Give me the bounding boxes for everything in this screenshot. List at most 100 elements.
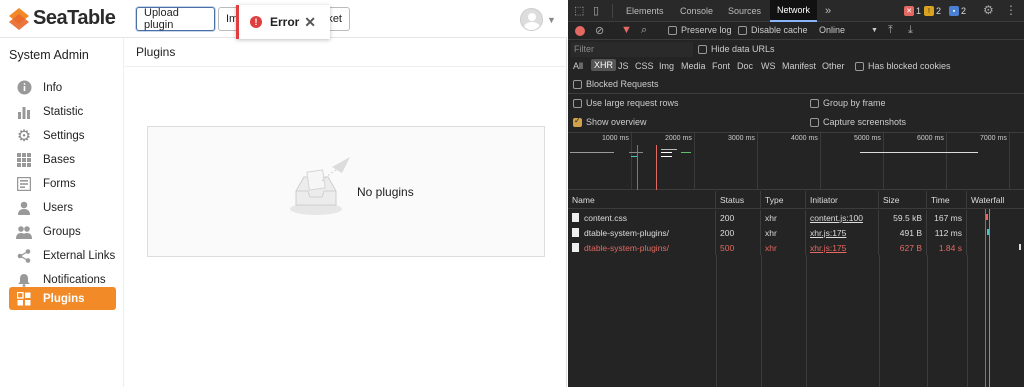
sidebar-item-bases[interactable]: Bases	[9, 148, 116, 171]
more-tabs-icon[interactable]: »	[825, 0, 831, 22]
sidebar-item-statistic[interactable]: Statistic	[9, 100, 116, 123]
network-overview[interactable]: 1000 ms 2000 ms 3000 ms 4000 ms 5000 ms …	[568, 133, 1024, 190]
sidebar-item-forms[interactable]: Forms	[9, 172, 116, 195]
gear-icon: ⚙	[16, 127, 32, 145]
capture-screenshots-checkbox[interactable]: Capture screenshots	[810, 117, 906, 127]
sidebar-title: System Admin	[9, 48, 89, 62]
column-header-waterfall[interactable]: Waterfall	[967, 191, 1024, 209]
column-header-initiator[interactable]: Initiator	[806, 191, 879, 209]
app-header: SeaTable Upload plugin Imp ket ! Error ✕…	[0, 0, 567, 39]
sidebar-item-label: External Links	[43, 249, 116, 262]
warning-count-badge[interactable]: ! 2	[924, 5, 941, 17]
disable-cache-checkbox[interactable]: Disable cache	[738, 25, 808, 35]
warning-count: 2	[936, 6, 942, 16]
error-count-badge[interactable]: ✕ 1	[904, 5, 921, 17]
type-doc[interactable]: Doc	[737, 61, 753, 71]
table-row[interactable]: dtable-system-plugins/ 500 xhr xhr.js:17…	[568, 240, 1024, 255]
type-all[interactable]: All	[573, 61, 583, 71]
throttle-value: Online	[819, 25, 846, 35]
chevron-down-icon[interactable]: ▼	[547, 15, 556, 25]
document-icon	[572, 228, 579, 237]
request-initiator-link[interactable]: xhr.js:175	[810, 243, 846, 253]
inspect-icon[interactable]: ⬚	[574, 4, 584, 17]
sidebar-item-users[interactable]: Users	[9, 196, 116, 219]
sidebar-item-external-links[interactable]: External Links	[9, 244, 116, 267]
blocked-cookies-label: Has blocked cookies	[868, 61, 951, 71]
type-manifest[interactable]: Manifest	[782, 61, 816, 71]
sidebar-item-groups[interactable]: Groups	[9, 220, 116, 243]
avatar[interactable]	[520, 8, 543, 31]
device-toolbar-icon[interactable]: ▯	[593, 4, 599, 17]
type-other[interactable]: Other	[822, 61, 845, 71]
hide-data-urls-checkbox[interactable]: Hide data URLs	[698, 44, 775, 54]
blocked-requests-checkbox[interactable]: Blocked Requests	[573, 79, 659, 89]
timeline-tick: 7000 ms	[980, 135, 1007, 142]
empty-state-text: No plugins	[357, 185, 414, 199]
request-time: 112 ms	[927, 225, 967, 240]
request-status: 200	[716, 225, 761, 240]
large-rows-checkbox[interactable]: Use large request rows	[573, 98, 679, 108]
more-options-icon[interactable]: ⋮	[1005, 3, 1017, 17]
record-icon[interactable]	[575, 26, 585, 36]
close-icon[interactable]: ✕	[304, 14, 316, 31]
logo[interactable]: SeaTable	[9, 7, 116, 30]
filter-icon[interactable]: ▼	[621, 24, 632, 36]
column-header-size[interactable]: Size	[879, 191, 927, 209]
gear-icon[interactable]: ⚙	[983, 3, 994, 17]
type-img[interactable]: Img	[659, 61, 674, 71]
type-font[interactable]: Font	[712, 61, 730, 71]
upload-plugin-button[interactable]: Upload plugin	[136, 7, 215, 31]
network-settings: Use large request rows Group by frame Sh…	[568, 95, 1024, 133]
error-count: 1	[916, 6, 922, 16]
timeline-tick: 6000 ms	[917, 135, 944, 142]
sidebar: System Admin Info Statistic ⚙ Settings B…	[0, 38, 124, 387]
capture-screenshots-label: Capture screenshots	[823, 117, 907, 127]
sidebar-item-label: Info	[43, 81, 63, 94]
throttle-select[interactable]: Online ▼	[819, 25, 878, 35]
timeline-tick: 4000 ms	[791, 135, 818, 142]
column-header-name[interactable]: Name	[568, 191, 716, 209]
message-count-badge[interactable]: ▪ 2	[949, 5, 966, 17]
column-header-time[interactable]: Time	[927, 191, 967, 209]
blocked-cookies-checkbox[interactable]: Has blocked cookies	[855, 61, 951, 71]
logo-text: SeaTable	[33, 7, 116, 29]
clear-icon[interactable]: ⊘	[595, 24, 604, 37]
sidebar-item-info[interactable]: Info	[9, 76, 116, 99]
request-type: xhr	[761, 225, 806, 240]
type-xhr[interactable]: XHR	[591, 59, 617, 71]
request-name: content.css	[584, 212, 627, 223]
filter-input[interactable]: Filter	[571, 42, 693, 57]
type-ws[interactable]: WS	[761, 61, 776, 71]
sidebar-item-settings[interactable]: ⚙ Settings	[9, 124, 116, 147]
tab-sources[interactable]: Sources	[728, 0, 761, 22]
column-header-status[interactable]: Status	[716, 191, 761, 209]
table-row[interactable]: content.css 200 xhr content.js:100 59.5 …	[568, 210, 1024, 225]
timeline-tick: 5000 ms	[854, 135, 881, 142]
group-by-frame-checkbox[interactable]: Group by frame	[810, 98, 886, 108]
download-icon[interactable]: ⤓	[908, 24, 913, 37]
request-size: 627 B	[879, 240, 927, 255]
preserve-log-checkbox[interactable]: Preserve log	[668, 25, 732, 35]
chevron-down-icon: ▼	[871, 26, 878, 34]
type-media[interactable]: Media	[681, 61, 706, 71]
tab-elements[interactable]: Elements	[626, 0, 664, 22]
type-js[interactable]: JS	[618, 61, 629, 71]
tab-network[interactable]: Network	[770, 0, 818, 22]
timeline-tick: 1000 ms	[602, 135, 629, 142]
info-icon	[16, 80, 32, 96]
seatable-logo-icon	[9, 7, 29, 30]
divider	[125, 66, 567, 67]
sidebar-item-plugins[interactable]: Plugins	[9, 287, 116, 310]
search-icon[interactable]: ⌕	[641, 24, 647, 37]
type-css[interactable]: CSS	[635, 61, 654, 71]
request-status: 200	[716, 210, 761, 225]
upload-icon[interactable]: ⤒	[888, 24, 893, 37]
page-title: Plugins	[136, 45, 176, 59]
request-initiator-link[interactable]: xhr.js:175	[810, 228, 846, 238]
column-header-type[interactable]: Type	[761, 191, 806, 209]
request-initiator-link[interactable]: content.js:100	[810, 213, 863, 223]
sidebar-item-label: Plugins	[43, 292, 85, 305]
tab-console[interactable]: Console	[680, 0, 713, 22]
show-overview-checkbox[interactable]: Show overview	[573, 116, 647, 127]
table-row[interactable]: dtable-system-plugins/ 200 xhr xhr.js:17…	[568, 225, 1024, 240]
